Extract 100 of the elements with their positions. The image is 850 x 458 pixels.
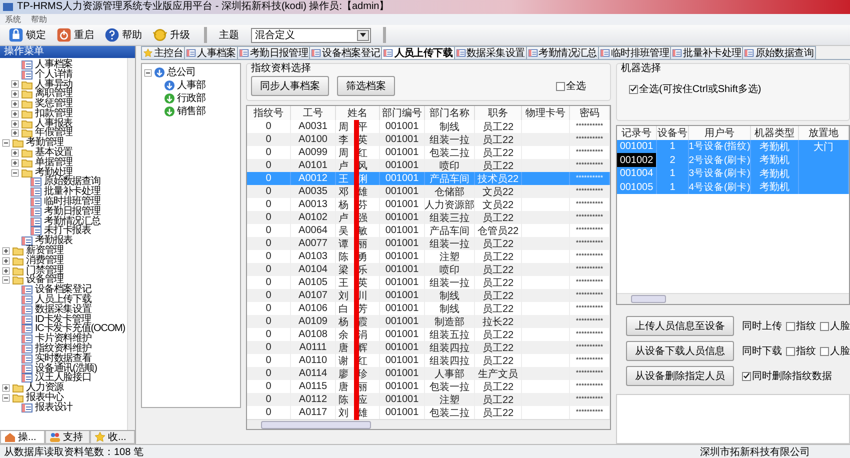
checkbox[interactable] (820, 346, 829, 356)
checkbox[interactable] (629, 84, 638, 94)
menu-item[interactable]: 系统 (5, 14, 21, 25)
menu-item[interactable]: 个人详情 (35, 70, 73, 80)
action-button[interactable]: 筛选档案 (337, 76, 395, 96)
folder-icon (21, 147, 33, 160)
document-icon (21, 68, 33, 81)
app-icon (2, 1, 14, 13)
checkbox-label: 人脸 (830, 320, 850, 334)
document-icon (186, 48, 196, 58)
document-icon (30, 186, 42, 198)
theme-dropdown[interactable]: 混合定义 (251, 28, 371, 42)
people-icon (49, 431, 61, 443)
document-icon (21, 294, 33, 306)
folder-icon (21, 166, 33, 179)
checkbox[interactable] (820, 322, 829, 331)
option-label: 同时下载 (742, 344, 782, 358)
folder-icon (21, 98, 33, 110)
expand-icon (11, 80, 19, 88)
action-button[interactable]: 同步人事档案 (251, 76, 329, 96)
toolbar-button[interactable]: 重启 (54, 27, 96, 43)
action-button[interactable]: 从设备删除指定人员 (626, 366, 734, 386)
checkbox-label: 同时删除指纹数据 (752, 370, 832, 384)
checkbox[interactable] (786, 346, 795, 356)
action-button[interactable]: 从设备下载人员信息 (626, 341, 734, 362)
tab[interactable]: 人事档案 (184, 46, 238, 59)
star-icon (143, 48, 153, 58)
menu-item[interactable]: 基本设置 (35, 148, 73, 158)
folder-icon (21, 118, 33, 130)
tab[interactable]: 设备档案登记 (309, 46, 382, 59)
table-cell: 001005 (617, 180, 657, 194)
document-icon (21, 343, 33, 356)
tab[interactable]: 数据采集设置 (454, 46, 527, 59)
menu-item[interactable]: 消费管理 (26, 256, 64, 266)
table-cell: 001002 (617, 153, 657, 167)
document-icon (30, 206, 42, 218)
scrollbar[interactable] (247, 419, 610, 429)
panel-tab[interactable]: 收... (90, 431, 135, 444)
menu-item[interactable]: 人事档案 (35, 60, 73, 70)
document-icon (383, 48, 394, 58)
scrollbar[interactable] (127, 58, 135, 430)
tab[interactable]: 考勤情况汇总 (526, 46, 599, 59)
document-icon (21, 402, 33, 414)
menu-item[interactable]: 帮助 (31, 14, 47, 25)
tree-item[interactable]: 行政部 (177, 94, 206, 104)
document-icon (21, 284, 33, 296)
table-cell: 4号设备(刷卡) (689, 180, 751, 194)
menu-item[interactable]: 扣款管理 (35, 108, 73, 119)
table-row[interactable]: 001002 2 2号设备(刷卡) 考勤机 (617, 153, 849, 167)
toolbar-button[interactable]: 升级 (150, 27, 192, 43)
menu-item[interactable]: 单据管理 (35, 158, 73, 168)
menu-item[interactable]: 离职管理 (35, 89, 73, 100)
document-icon (21, 333, 33, 346)
tab[interactable]: 临时排班管理 (598, 46, 672, 59)
folder-icon (12, 264, 24, 277)
collapse-icon (144, 68, 152, 76)
folder-icon (12, 382, 24, 394)
tree-item[interactable]: 总公司 (167, 68, 196, 78)
checkbox[interactable] (556, 82, 565, 90)
folder-icon (21, 156, 33, 169)
menu-item[interactable]: 报表中心 (26, 393, 64, 403)
document-icon (30, 196, 42, 208)
tab[interactable]: 批量补卡处理 (670, 46, 744, 59)
tab[interactable]: 原始数据查询 (742, 46, 816, 59)
folder-icon (21, 78, 33, 90)
tab[interactable]: 考勤日报管理 (236, 46, 310, 59)
folder-icon (12, 137, 24, 150)
company-name: 深圳市拓新科技有限公司 (700, 446, 810, 458)
menu-item[interactable]: 考勤情况汇总 (44, 216, 100, 227)
menu-item[interactable]: 实时数据查看 (35, 354, 92, 364)
document-icon (21, 323, 33, 336)
menu-item[interactable]: 数据采集设置 (35, 304, 92, 315)
document-icon (21, 58, 33, 71)
document-icon (456, 48, 466, 58)
action-button[interactable]: 上传人员信息至设备 (626, 316, 734, 336)
help-icon (104, 27, 120, 43)
tree-item[interactable]: 销售部 (177, 106, 206, 116)
menu-item[interactable]: 考勤日报管理 (44, 206, 100, 217)
panel-tab[interactable]: 支持 (45, 431, 90, 444)
checkbox-label: 全选 (566, 80, 586, 93)
option-label: 同时上传 (742, 320, 782, 334)
scrollbar[interactable] (617, 293, 849, 304)
collapse-icon (11, 168, 19, 177)
panel-tab[interactable]: 操... (0, 431, 45, 444)
document-icon (311, 48, 322, 58)
toolbar-button[interactable]: 锁定 (6, 27, 48, 43)
checkbox[interactable] (742, 372, 751, 381)
checkbox[interactable] (786, 322, 795, 331)
tree-item[interactable]: 人事部 (177, 80, 206, 90)
menu-item[interactable]: 报表设计 (35, 402, 73, 413)
menu-item[interactable]: 人事异动 (35, 80, 73, 90)
folder-icon (12, 274, 24, 286)
tab[interactable]: 人员上传下载 (381, 46, 455, 59)
menu-item[interactable]: 奖惩管理 (35, 99, 73, 110)
tab[interactable]: 主控台 (141, 46, 186, 59)
menu-item[interactable]: 考勤报表 (35, 236, 73, 246)
toolbar-button[interactable]: 帮助 (102, 27, 144, 43)
menu-item[interactable]: 汉王人脸接口 (35, 373, 92, 384)
menu-item[interactable]: 人事报表 (35, 118, 73, 129)
theme-label: 主题 (219, 28, 239, 42)
